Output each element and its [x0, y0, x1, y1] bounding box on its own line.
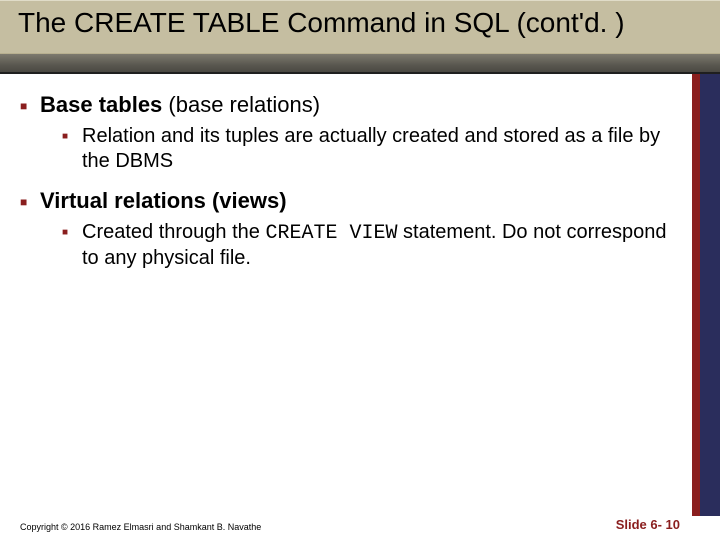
bullet-icon: ■	[62, 124, 82, 174]
bullet-icon: ■	[20, 188, 40, 214]
heading-text: Virtual relations (views)	[40, 188, 287, 213]
content-wrap: ■ Base tables (base relations) ■ Relatio…	[0, 74, 720, 516]
title-region: The CREATE TABLE Command in SQL (cont'd.…	[0, 0, 720, 54]
sub-list-item: ■ Created through the CREATE VIEW statem…	[62, 220, 680, 271]
sub-text-code: CREATE VIEW	[265, 222, 397, 245]
bullet-icon: ■	[20, 92, 40, 118]
heading-text: Base tables	[40, 92, 168, 117]
content-area: ■ Base tables (base relations) ■ Relatio…	[0, 74, 690, 516]
sub-item-text: Relation and its tuples are actually cre…	[82, 124, 680, 174]
sub-text-pre: Created through the	[82, 221, 265, 243]
slide-title: The CREATE TABLE Command in SQL (cont'd.…	[18, 7, 702, 39]
slide: The CREATE TABLE Command in SQL (cont'd.…	[0, 0, 720, 540]
divider-bar	[0, 54, 720, 74]
list-item: ■ Virtual relations (views)	[20, 188, 680, 214]
item-heading: Base tables (base relations)	[40, 92, 680, 118]
side-stripe	[690, 74, 720, 516]
sub-list-item: ■ Relation and its tuples are actually c…	[62, 124, 680, 174]
footer: Copyright © 2016 Ramez Elmasri and Shamk…	[20, 517, 680, 532]
item-heading: Virtual relations (views)	[40, 188, 680, 214]
heading-paren: (base relations)	[168, 92, 320, 117]
sub-item-text: Created through the CREATE VIEW statemen…	[82, 220, 680, 271]
slide-number: Slide 6- 10	[616, 517, 680, 532]
list-item: ■ Base tables (base relations)	[20, 92, 680, 118]
copyright-text: Copyright © 2016 Ramez Elmasri and Shamk…	[20, 522, 261, 532]
bullet-icon: ■	[62, 220, 82, 271]
